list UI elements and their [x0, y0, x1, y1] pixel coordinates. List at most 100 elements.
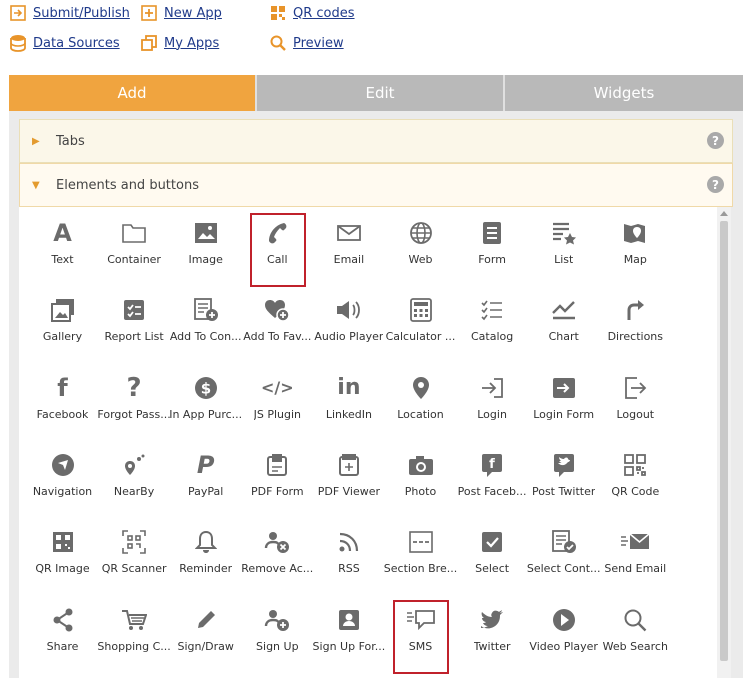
element-text[interactable]: A Text — [25, 219, 100, 283]
element-audio-player[interactable]: Audio Player — [311, 296, 386, 360]
element-label: Sign Up For... — [312, 639, 386, 653]
element-js-plugin[interactable]: </> JS Plugin — [240, 374, 315, 438]
element-label: Audio Player — [314, 330, 384, 344]
scroll-up-arrow[interactable] — [720, 211, 728, 216]
linkedin-icon: in — [337, 374, 361, 400]
element-call[interactable]: Call — [240, 219, 315, 283]
element-send-email[interactable]: Send Email — [598, 528, 673, 592]
element-sign-draw[interactable]: Sign/Draw — [168, 606, 243, 670]
element-twitter[interactable]: Twitter — [455, 606, 530, 670]
element-in-app-purc[interactable]: $ In App Purc... — [168, 374, 243, 438]
element-sign-up[interactable]: Sign Up — [240, 606, 315, 670]
element-report-list[interactable]: Report List — [97, 296, 172, 360]
qr-codes-link[interactable]: QR codes — [269, 4, 355, 22]
element-post-twitter[interactable]: Post Twitter — [526, 451, 601, 515]
element-form[interactable]: Form — [455, 219, 530, 283]
scroll-thumb[interactable] — [720, 221, 728, 661]
element-qr-code[interactable]: QR Code — [598, 451, 673, 515]
element-add-to-con[interactable]: Add To Con... — [168, 296, 243, 360]
section-tabs[interactable]: ▶ Tabs ? — [19, 119, 733, 163]
element-label: Login Form — [533, 407, 595, 421]
element-nearby[interactable]: NearBy — [97, 451, 172, 515]
logout-icon — [620, 374, 650, 402]
globe-icon — [406, 219, 436, 247]
element-shopping-c[interactable]: Shopping C... — [97, 606, 172, 670]
element-qr-scanner[interactable]: QR Scanner — [97, 528, 172, 592]
new-app-link[interactable]: New App — [140, 4, 222, 22]
tab-widgets[interactable]: Widgets — [505, 75, 743, 111]
login-form-icon — [549, 374, 579, 402]
element-share[interactable]: Share — [25, 606, 100, 670]
element-navigation[interactable]: Navigation — [25, 451, 100, 515]
element-web-search[interactable]: Web Search — [598, 606, 673, 670]
directions-icon — [620, 296, 650, 324]
element-sms[interactable]: SMS — [383, 606, 458, 670]
element-chart[interactable]: Chart — [526, 296, 601, 360]
location-pin-icon — [406, 374, 436, 402]
magnifier-icon — [620, 606, 650, 634]
element-label: Call — [267, 253, 288, 266]
element-pdf-viewer[interactable]: PDF Viewer — [311, 451, 386, 515]
tab-edit[interactable]: Edit — [257, 75, 505, 111]
element-label: Sign/Draw — [177, 639, 234, 653]
element-label: In App Purc... — [169, 407, 243, 421]
data-sources-link[interactable]: Data Sources — [9, 34, 120, 52]
plus-box-icon — [140, 4, 158, 22]
element-qr-image[interactable]: QR Image — [25, 528, 100, 592]
bell-icon — [191, 528, 221, 556]
element-post-faceb[interactable]: f Post Faceb... — [455, 451, 530, 515]
element-label: Web Search — [602, 639, 668, 653]
element-label: QR Image — [35, 562, 90, 576]
element-label: JS Plugin — [253, 407, 301, 421]
element-email[interactable]: Email — [311, 219, 386, 283]
element-image[interactable]: Image — [168, 219, 243, 283]
element-select[interactable]: Select — [455, 528, 530, 592]
qr-code-icon — [620, 451, 650, 479]
element-calculator[interactable]: Calculator ... — [383, 296, 458, 360]
element-label: Add To Con... — [169, 330, 242, 344]
element-rss[interactable]: RSS — [311, 528, 386, 592]
element-gallery[interactable]: Gallery — [25, 296, 100, 360]
play-icon — [549, 606, 579, 634]
element-paypal[interactable]: P PayPal — [168, 451, 243, 515]
element-linkedin[interactable]: in LinkedIn — [311, 374, 386, 438]
speaker-icon — [334, 296, 364, 324]
element-photo[interactable]: Photo — [383, 451, 458, 515]
element-sign-up-for[interactable]: Sign Up For... — [311, 606, 386, 670]
element-login-form[interactable]: Login Form — [526, 374, 601, 438]
folder-icon — [119, 219, 149, 247]
element-forgot-pass[interactable]: ? Forgot Pass... — [97, 374, 172, 438]
preview-link[interactable]: Preview — [269, 34, 344, 52]
element-logout[interactable]: Logout — [598, 374, 673, 438]
element-video-player[interactable]: Video Player — [526, 606, 601, 670]
qr-code-icon — [269, 4, 287, 22]
element-container[interactable]: Container — [97, 219, 172, 283]
scrollbar[interactable] — [717, 207, 731, 678]
element-login[interactable]: Login — [455, 374, 530, 438]
element-location[interactable]: Location — [383, 374, 458, 438]
element-label: PDF Viewer — [317, 484, 381, 498]
element-list[interactable]: List — [526, 219, 601, 283]
element-reminder[interactable]: Reminder — [168, 528, 243, 592]
sms-icon — [406, 606, 436, 634]
element-web[interactable]: Web — [383, 219, 458, 283]
element-directions[interactable]: Directions — [598, 296, 673, 360]
send-email-icon — [620, 528, 650, 556]
element-catalog[interactable]: Catalog — [455, 296, 530, 360]
element-pdf-form[interactable]: PDF Form — [240, 451, 315, 515]
my-apps-link[interactable]: My Apps — [140, 34, 219, 52]
element-section-bre[interactable]: Section Bre... — [383, 528, 458, 592]
element-facebook[interactable]: f Facebook — [25, 374, 100, 438]
tab-add[interactable]: Add — [9, 75, 257, 111]
section-elements[interactable]: ▼ Elements and buttons ? — [19, 163, 733, 207]
element-select-cont[interactable]: Select Cont... — [526, 528, 601, 592]
help-icon[interactable]: ? — [707, 132, 724, 149]
submit-publish-link[interactable]: Submit/Publish — [9, 4, 130, 22]
element-add-to-fav[interactable]: Add To Fav... — [240, 296, 315, 360]
help-icon[interactable]: ? — [707, 176, 724, 193]
element-remove-ac[interactable]: Remove Ac... — [240, 528, 315, 592]
twitter-icon — [477, 606, 507, 634]
element-label: NearBy — [113, 484, 155, 498]
element-map[interactable]: Map — [598, 219, 673, 283]
element-label: Location — [397, 407, 444, 421]
